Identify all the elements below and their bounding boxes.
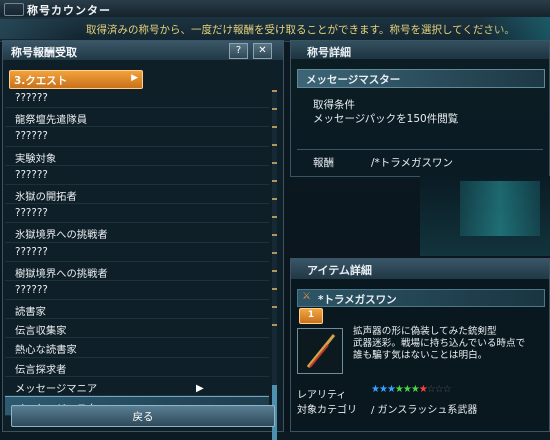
sword-icon: ⚔	[302, 291, 311, 302]
cursor-icon: ▶	[196, 383, 204, 394]
close-button[interactable]: ✕	[253, 43, 272, 59]
rarity-star: ☆	[442, 384, 452, 395]
category-label: 対象カテゴリ	[297, 405, 357, 416]
rarity-label: レアリティ	[297, 390, 347, 401]
back-button[interactable]: 戻る	[11, 405, 275, 427]
list-item-label: ??????	[15, 130, 48, 143]
list-item[interactable]: ??????	[5, 166, 269, 185]
category-tab[interactable]: 3.クエスト ▶	[9, 70, 143, 89]
list-item[interactable]: 伝言収集家	[5, 319, 269, 339]
list-item[interactable]: 読書家	[5, 300, 269, 320]
item-detail-title: アイテム詳細	[307, 264, 372, 277]
instruction-bar: 取得済みの称号から、一度だけ報酬を受け取ることができます。称号を選択してください…	[0, 17, 550, 42]
rarity-star: ☆	[434, 384, 444, 395]
item-description: 拡声器の形に偽装してみた銃剣型 武器迷彩。戦場に持ち込んでいる時点で 誰も騙す気…	[353, 326, 543, 362]
rarity-star: ☆	[426, 384, 436, 395]
detail-title: 称号詳細	[307, 46, 351, 59]
divider	[297, 149, 543, 150]
condition-text: メッセージパックを150件閲覧	[313, 113, 459, 125]
list-item[interactable]: ??????	[5, 204, 269, 224]
list-item[interactable]: ??????	[5, 243, 269, 262]
panel-title: 称号報酬受取	[11, 46, 77, 59]
background-scene	[420, 176, 550, 256]
condition-heading: 取得条件	[313, 99, 355, 111]
gunblade-icon	[306, 334, 336, 368]
rarity-stars: ★★★★★★★☆☆☆	[371, 384, 452, 395]
list-item[interactable]: メッセージマニア	[5, 377, 269, 396]
help-button[interactable]: ?	[229, 43, 248, 59]
title-name-bar: メッセージマスター	[297, 69, 545, 88]
decoration	[0, 19, 80, 39]
list-item-label: 実験対象	[15, 152, 57, 165]
list-item[interactable]: 氷獄の開拓者	[5, 185, 269, 205]
item-name: *トラメガスワン	[318, 294, 397, 306]
scrollbar[interactable]	[272, 90, 277, 440]
list-item-label: 熱心な読書家	[15, 344, 77, 357]
instruction-text: 取得済みの称号から、一度だけ報酬を受け取ることができます。称号を選択してください…	[86, 24, 515, 36]
description-line: 拡声器の形に偽装してみた銃剣型	[353, 326, 497, 337]
rarity-star: ★	[386, 384, 396, 395]
rarity-star: ★	[402, 384, 412, 395]
title-detail-panel: 称号詳細 メッセージマスター 取得条件 メッセージパックを150件閲覧 報酬 /…	[290, 40, 550, 177]
list-item-label: 樹獄境界への挑戦者	[15, 267, 108, 280]
reward-label: 報酬	[313, 157, 334, 169]
logo-icon	[4, 3, 24, 16]
title-list: ?????? 龍祭壇先遣隊員?????? 実験対象?????? 氷獄の開拓者?????…	[5, 89, 269, 417]
rarity-star: ★	[394, 384, 404, 395]
list-item[interactable]: 伝言探求者	[5, 358, 269, 377]
list-item-label: 伝言探求者	[15, 363, 67, 376]
list-item[interactable]: 氷獄境界への挑戦者	[5, 223, 269, 243]
rarity-star: ★	[418, 384, 428, 395]
reward-value: /*トラメガスワン	[371, 157, 453, 169]
scroll-markers	[272, 90, 277, 330]
category-value: / ガンスラッシュ系武器	[371, 405, 478, 416]
list-item[interactable]: ??????	[5, 89, 269, 109]
quantity-value: 1	[307, 310, 315, 320]
description-line: 誰も騙す気はないことは明白。	[353, 350, 488, 361]
rarity-star: ★	[378, 384, 388, 395]
title-reward-panel: 称号報酬受取 ? ✕ 3.クエスト ▶ ?????? 龍祭壇先遣隊員?????? 実…	[2, 40, 284, 440]
list-item-label: ??????	[15, 245, 48, 258]
quantity-badge: 1	[299, 308, 323, 324]
list-item[interactable]: 熱心な読書家	[5, 338, 269, 358]
title-name: メッセージマスター	[306, 74, 401, 86]
list-item-label: 氷獄の開拓者	[15, 190, 77, 203]
arrow-right-icon: ▶	[131, 73, 138, 83]
window-header: 称号カウンター	[0, 0, 550, 18]
detail-header: 称号詳細	[291, 41, 549, 59]
item-header: アイテム詳細	[291, 259, 549, 279]
window-title: 称号カウンター	[27, 4, 111, 17]
rarity-star: ★	[410, 384, 420, 395]
panel-header: 称号報酬受取 ? ✕	[3, 41, 283, 60]
list-item-label: メッセージマニア	[15, 382, 98, 395]
list-item-label: 氷獄境界への挑戦者	[15, 229, 108, 242]
list-item[interactable]: 実験対象	[5, 147, 269, 166]
back-button-label: 戻る	[132, 411, 154, 423]
item-image	[297, 328, 343, 374]
category-label: 3.クエスト	[14, 75, 68, 87]
rarity-star: ★	[371, 384, 380, 395]
list-item-label: 龍祭壇先遣隊員	[15, 114, 88, 127]
list-item-label: 伝言収集家	[15, 325, 67, 338]
list-item[interactable]: 樹獄境界への挑戦者	[5, 262, 269, 281]
list-item-label: ??????	[15, 207, 48, 220]
scene-light	[460, 181, 540, 236]
item-detail-panel: アイテム詳細 ⚔ *トラメガスワン 1 拡声器の形に偽装してみた銃剣型 武器迷彩…	[290, 258, 550, 432]
list-item-label: ??????	[15, 283, 48, 296]
list-item[interactable]: 龍祭壇先遣隊員	[5, 108, 269, 128]
list-item[interactable]: ??????	[5, 127, 269, 147]
glow-decoration	[480, 17, 550, 41]
list-item-label: 読書家	[15, 306, 46, 319]
item-name-bar: ⚔ *トラメガスワン	[297, 289, 545, 307]
list-item-label: ??????	[15, 168, 48, 181]
list-item-label: ??????	[15, 92, 48, 104]
list-item[interactable]: ??????	[5, 281, 269, 301]
description-line: 武器迷彩。戦場に持ち込んでいる時点で	[353, 338, 526, 349]
